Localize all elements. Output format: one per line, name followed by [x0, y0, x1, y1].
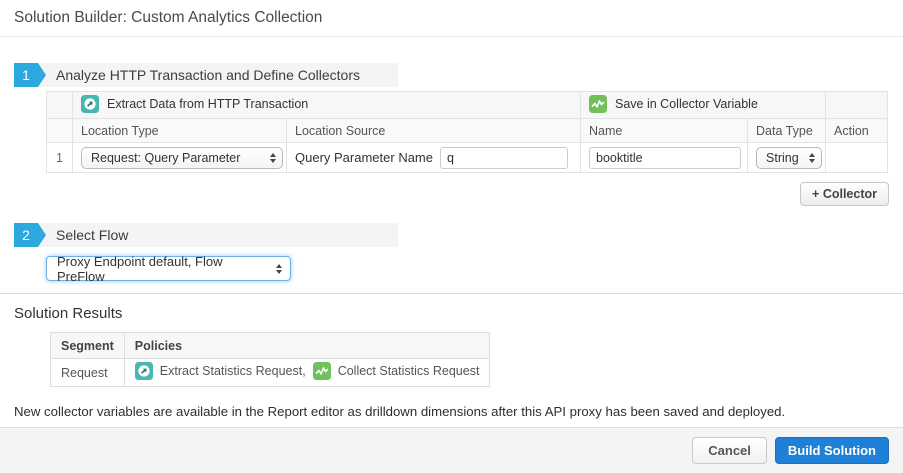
policies-cell: Extract Statistics Request, Collect Stat…	[124, 359, 490, 387]
collector-table-group-header-row: Extract Data from HTTP Transaction Save …	[47, 92, 888, 119]
results-header-row: Segment Policies	[51, 333, 490, 359]
cancel-button[interactable]: Cancel	[692, 437, 767, 464]
location-source-column-header: Location Source	[287, 119, 581, 143]
collector-name-input[interactable]	[589, 147, 741, 169]
data-type-cell: String	[748, 143, 826, 173]
query-parameter-name-label: Query Parameter Name	[295, 150, 433, 165]
data-type-column-header: Data Type	[748, 119, 826, 143]
select-stepper-icon	[276, 264, 282, 274]
collector-row-1: 1 Request: Query Parameter Query Paramet…	[47, 143, 888, 173]
extract-variables-icon	[135, 362, 153, 380]
collector-variables-note: New collector variables are available in…	[14, 404, 889, 419]
location-type-select-value: Request: Query Parameter	[91, 151, 262, 165]
flow-select-value: Proxy Endpoint default, Flow PreFlow	[57, 254, 268, 284]
build-solution-button[interactable]: Build Solution	[775, 437, 889, 464]
solution-results-title: Solution Results	[14, 305, 889, 322]
statistics-collector-icon	[313, 362, 331, 380]
group-header-spacer-cell	[47, 92, 73, 119]
add-collector-button[interactable]: + Collector	[800, 182, 889, 206]
segment-column-header: Segment	[51, 333, 125, 359]
action-group-header-cell	[826, 92, 888, 119]
step-2-header: 2 Select Flow	[14, 223, 889, 247]
policy-label-collect: Collect Statistics Request	[338, 364, 480, 378]
section-divider	[0, 293, 903, 294]
data-type-select-value: String	[766, 151, 801, 165]
select-stepper-icon	[809, 153, 815, 163]
location-source-cell: Query Parameter Name	[287, 143, 581, 173]
index-column-header	[47, 119, 73, 143]
row-index: 1	[47, 143, 73, 173]
step-1-title: Analyze HTTP Transaction and Define Coll…	[38, 63, 398, 87]
step-2-title: Select Flow	[38, 223, 398, 247]
extract-data-group-label: Extract Data from HTTP Transaction	[107, 97, 308, 111]
step-2-badge: 2	[14, 223, 38, 247]
add-collector-row: + Collector	[14, 182, 889, 206]
query-parameter-name-input[interactable]	[440, 147, 568, 169]
extract-data-group-header: Extract Data from HTTP Transaction	[73, 92, 581, 119]
location-type-cell: Request: Query Parameter	[73, 143, 287, 173]
page-header: Solution Builder: Custom Analytics Colle…	[0, 0, 903, 37]
action-cell	[826, 143, 888, 173]
footer-bar: Cancel Build Solution	[0, 427, 903, 473]
statistics-collector-icon	[589, 95, 607, 113]
name-column-header: Name	[581, 119, 748, 143]
collector-table-column-header-row: Location Type Location Source Name Data …	[47, 119, 888, 143]
data-type-select[interactable]: String	[756, 147, 822, 169]
action-column-header: Action	[826, 119, 888, 143]
location-type-select[interactable]: Request: Query Parameter	[81, 147, 283, 169]
step-1-badge: 1	[14, 63, 38, 87]
content-area: 1 Analyze HTTP Transaction and Define Co…	[0, 63, 903, 419]
page-title: Solution Builder: Custom Analytics Colle…	[14, 9, 889, 27]
policy-label-extract: Extract Statistics Request,	[160, 364, 306, 378]
flow-select[interactable]: Proxy Endpoint default, Flow PreFlow	[46, 256, 291, 281]
save-collector-group-label: Save in Collector Variable	[615, 97, 758, 111]
step-1-header: 1 Analyze HTTP Transaction and Define Co…	[14, 63, 889, 87]
collector-name-cell	[581, 143, 748, 173]
segment-cell: Request	[51, 359, 125, 387]
location-type-column-header: Location Type	[73, 119, 287, 143]
save-collector-group-header: Save in Collector Variable	[581, 92, 826, 119]
extract-variables-icon	[81, 95, 99, 113]
results-row-request: Request Extract Statistics Reque	[51, 359, 490, 387]
policies-column-header: Policies	[124, 333, 490, 359]
solution-results-table: Segment Policies Request	[50, 332, 490, 387]
collector-table: Extract Data from HTTP Transaction Save …	[46, 91, 888, 173]
select-stepper-icon	[270, 153, 276, 163]
